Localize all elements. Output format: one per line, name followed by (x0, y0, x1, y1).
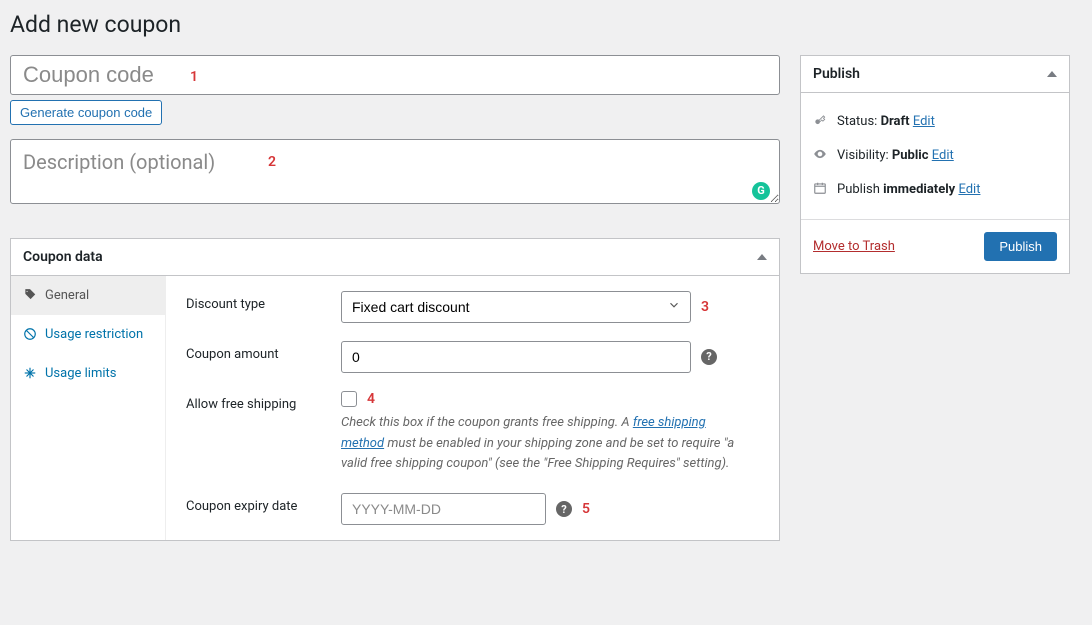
status-label: Status: Draft Edit (837, 114, 935, 129)
limits-icon (23, 366, 37, 380)
tab-general[interactable]: General (11, 276, 165, 315)
help-icon[interactable]: ? (556, 501, 572, 517)
ban-icon (23, 327, 37, 341)
annotation-5: 5 (582, 501, 590, 517)
grammarly-icon: G (752, 182, 770, 200)
collapse-icon (1047, 71, 1057, 77)
help-icon[interactable]: ? (701, 349, 717, 365)
expiry-label: Coupon expiry date (186, 493, 341, 514)
calendar-icon (813, 181, 829, 199)
discount-type-label: Discount type (186, 291, 341, 312)
publish-time-label: Publish immediately Edit (837, 182, 980, 197)
visibility-label: Visibility: Public Edit (837, 148, 954, 163)
publish-header[interactable]: Publish (801, 56, 1069, 93)
tag-icon (23, 288, 37, 302)
annotation-4: 4 (367, 391, 375, 407)
coupon-code-input[interactable] (10, 55, 780, 95)
discount-type-select[interactable]: Fixed cart discount (341, 291, 691, 323)
page-title: Add new coupon (10, 10, 1082, 40)
expiry-date-input[interactable] (341, 493, 546, 525)
annotation-1: 1 (190, 69, 198, 85)
free-shipping-hint: Check this box if the coupon grants free… (341, 413, 751, 475)
eye-icon (813, 147, 829, 165)
collapse-icon (757, 254, 767, 260)
move-to-trash-link[interactable]: Move to Trash (813, 239, 895, 254)
free-shipping-label: Allow free shipping (186, 391, 341, 412)
coupon-data-panel: Coupon data General Usage restriction (10, 238, 780, 541)
coupon-data-header[interactable]: Coupon data (11, 239, 779, 276)
edit-publish-time-link[interactable]: Edit (958, 182, 980, 197)
annotation-3: 3 (701, 299, 709, 315)
free-shipping-checkbox[interactable] (341, 391, 357, 407)
coupon-amount-input[interactable] (341, 341, 691, 373)
annotation-2: 2 (268, 154, 276, 170)
tab-usage-limits[interactable]: Usage limits (11, 354, 165, 393)
tab-usage-restriction[interactable]: Usage restriction (11, 315, 165, 354)
publish-panel: Publish Status: Draft Edit Visibility: P… (800, 55, 1070, 274)
edit-status-link[interactable]: Edit (913, 114, 935, 129)
key-icon (813, 113, 829, 131)
publish-button[interactable]: Publish (984, 232, 1057, 261)
generate-coupon-button[interactable]: Generate coupon code (10, 100, 162, 125)
edit-visibility-link[interactable]: Edit (932, 148, 954, 163)
description-input[interactable] (10, 139, 780, 204)
coupon-amount-label: Coupon amount (186, 341, 341, 362)
